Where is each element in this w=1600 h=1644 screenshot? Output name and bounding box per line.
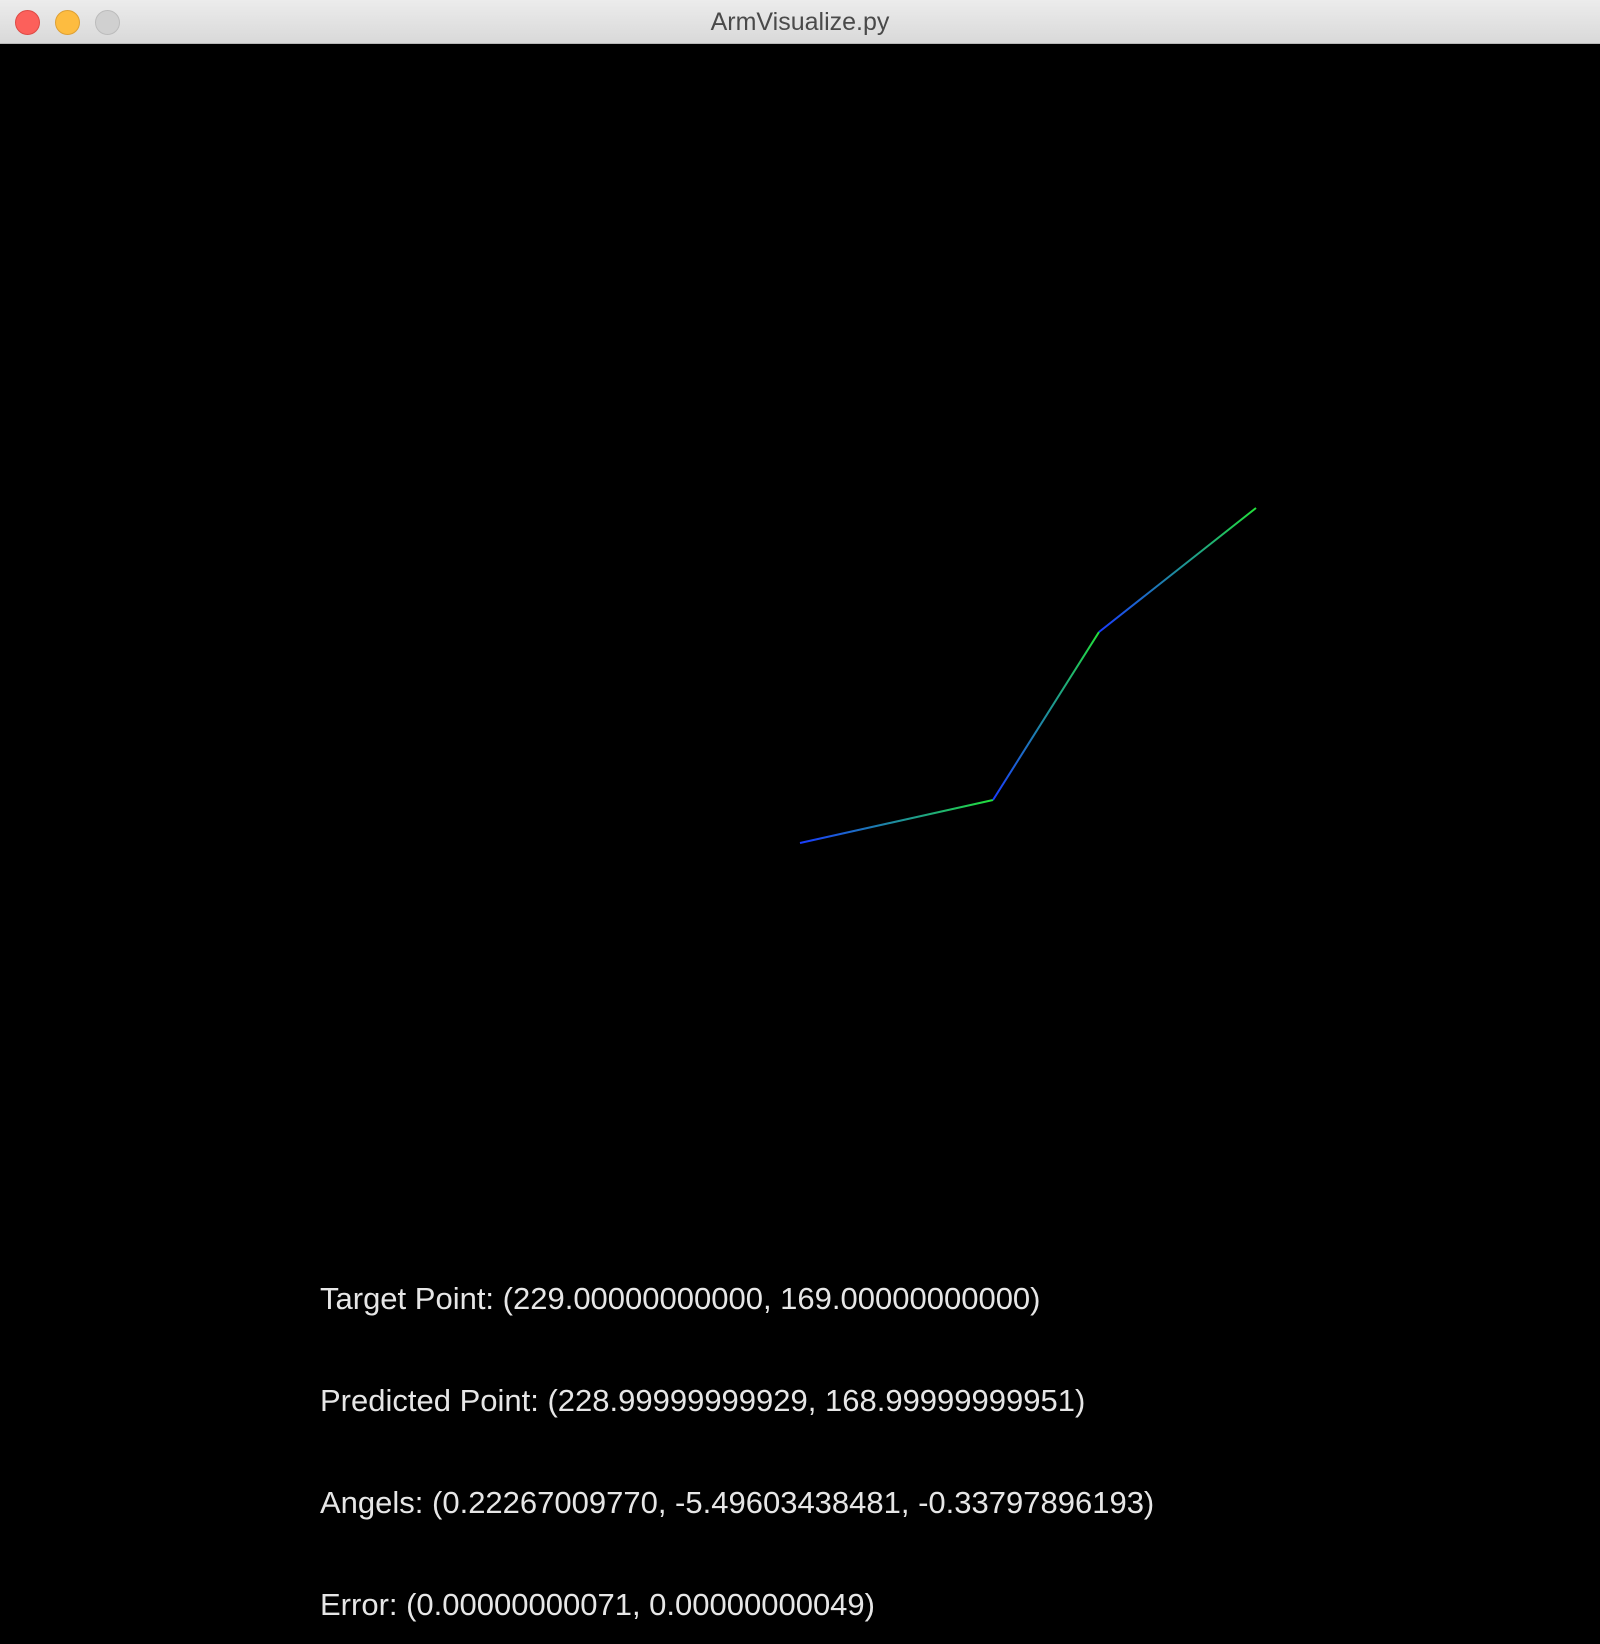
arm-segment-3 xyxy=(1098,507,1257,633)
arm-segment-2 xyxy=(992,631,1100,801)
info-panel: Target Point: (229.00000000000, 169.0000… xyxy=(320,1214,1154,1644)
error-text: Error: (0.00000000071, 0.00000000049) xyxy=(320,1587,875,1622)
title-bar[interactable]: ArmVisualize.py xyxy=(0,0,1600,44)
angles-text: Angels: (0.22267009770, -5.49603438481, … xyxy=(320,1485,1155,1520)
target-point-text: Target Point: (229.00000000000, 169.0000… xyxy=(320,1281,1041,1316)
app-window: ArmVisualize.py Target Point: (229.00000… xyxy=(0,0,1600,1644)
arm-canvas[interactable]: Target Point: (229.00000000000, 169.0000… xyxy=(0,44,1600,1644)
window-title: ArmVisualize.py xyxy=(710,8,890,36)
arm-segment-1 xyxy=(799,799,994,844)
predicted-point-text: Predicted Point: (228.99999999929, 168.9… xyxy=(320,1383,1086,1418)
